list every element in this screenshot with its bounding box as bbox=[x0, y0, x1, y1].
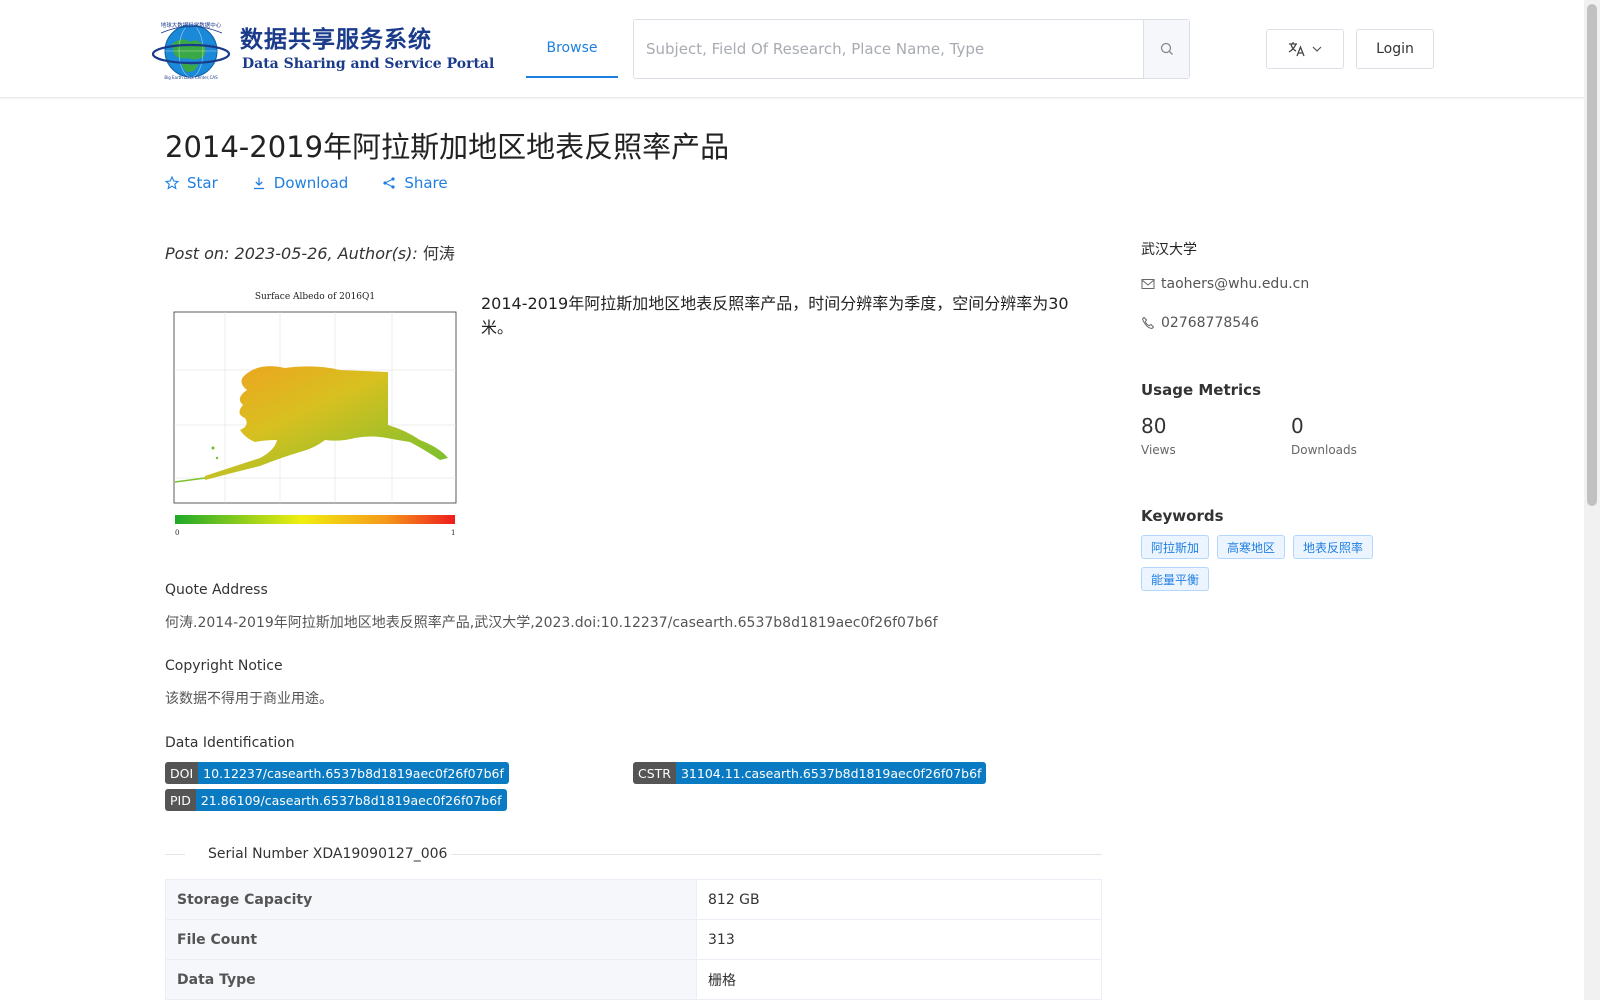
pid-badge-value: 21.86109/casearth.6537b8d1819aec0f26f07b… bbox=[195, 789, 507, 811]
table-row: Data Type 栅格 bbox=[165, 959, 1102, 1000]
quote-address-label: Quote Address bbox=[165, 582, 268, 598]
contact-phone[interactable]: 02768778546 bbox=[1141, 315, 1259, 331]
dataset-title: 2014-2019年阿拉斯加地区地表反照率产品 bbox=[165, 130, 730, 164]
organization-name: 武汉大学 bbox=[1141, 242, 1197, 258]
scrollbar-thumb[interactable] bbox=[1587, 4, 1597, 506]
star-label: Star bbox=[187, 174, 218, 192]
logo-title-en: Data Sharing and Service Portal bbox=[242, 56, 495, 72]
colorbar-max-label: 1 bbox=[451, 529, 455, 537]
serial-number: Serial Number XDA19090127_006 bbox=[204, 846, 452, 862]
search-icon bbox=[1160, 42, 1173, 55]
storage-capacity-value: 812 GB bbox=[696, 879, 1102, 920]
language-switch-button[interactable] bbox=[1266, 29, 1344, 69]
data-type-key: Data Type bbox=[165, 959, 697, 1000]
cstr-badge-value: 31104.11.casearth.6537b8d1819aec0f26f07b… bbox=[675, 762, 987, 784]
table-row: File Count 313 bbox=[165, 919, 1102, 960]
search-input[interactable] bbox=[634, 20, 1143, 78]
author-name[interactable]: 何涛 bbox=[423, 244, 455, 263]
table-row: Storage Capacity 812 GB bbox=[165, 879, 1102, 920]
download-button[interactable]: Download bbox=[252, 174, 349, 192]
phone-text: 02768778546 bbox=[1161, 315, 1259, 331]
share-icon bbox=[383, 177, 395, 189]
star-button[interactable]: Star bbox=[165, 174, 218, 192]
nav-browse-tab[interactable]: Browse bbox=[526, 20, 618, 78]
doi-badge[interactable]: DOI 10.12237/casearth.6537b8d1819aec0f26… bbox=[165, 762, 509, 784]
page-scrollbar[interactable] bbox=[1584, 0, 1600, 1000]
pid-badge-key: PID bbox=[165, 789, 196, 811]
contact-email[interactable]: taohers@whu.edu.cn bbox=[1141, 276, 1309, 292]
translate-icon bbox=[1288, 42, 1305, 57]
share-button[interactable]: Share bbox=[382, 174, 448, 192]
chevron-down-icon bbox=[1312, 46, 1322, 52]
cstr-badge-key: CSTR bbox=[633, 762, 676, 784]
keyword-tag[interactable]: 地表反照率 bbox=[1293, 535, 1374, 559]
downloads-count: 0 bbox=[1291, 414, 1304, 438]
download-icon bbox=[253, 177, 264, 190]
copyright-notice-label: Copyright Notice bbox=[165, 658, 283, 674]
dataset-description: 2014-2019年阿拉斯加地区地表反照率产品，时间分辨率为季度，空间分辨率为3… bbox=[481, 294, 1069, 337]
doi-badge-key: DOI bbox=[165, 762, 199, 784]
search-button[interactable] bbox=[1143, 20, 1189, 78]
dataset-info-table: Storage Capacity 812 GB File Count 313 D… bbox=[165, 879, 1102, 1000]
copyright-notice-text: 该数据不得用于商业用途。 bbox=[165, 691, 333, 707]
thumbnail-title: Surface Albedo of 2016Q1 bbox=[255, 292, 375, 302]
storage-capacity-key: Storage Capacity bbox=[165, 879, 697, 920]
phone-icon bbox=[1141, 316, 1155, 330]
logo-ring-text: 地球大数据科学数据中心 bbox=[161, 21, 222, 29]
post-date-label: Post on: 2023-05-26, Author(s): bbox=[165, 244, 418, 263]
star-icon bbox=[165, 176, 179, 190]
file-count-key: File Count bbox=[165, 919, 697, 960]
data-type-value: 栅格 bbox=[696, 959, 1102, 1000]
dataset-thumbnail-map[interactable]: Surface Albedo of 2016Q1 0 1 bbox=[165, 290, 465, 540]
downloads-label: Downloads bbox=[1291, 443, 1357, 457]
views-label: Views bbox=[1141, 443, 1176, 457]
search-box bbox=[633, 19, 1190, 79]
globe-logo-icon: 地球大数据科学数据中心 Big Earth Data Center,CAS bbox=[152, 21, 231, 80]
colorbar-min-label: 0 bbox=[175, 529, 179, 537]
file-count-value: 313 bbox=[696, 919, 1102, 960]
keyword-tag[interactable]: 阿拉斯加 bbox=[1141, 535, 1210, 559]
cstr-badge[interactable]: CSTR 31104.11.casearth.6537b8d1819aec0f2… bbox=[633, 762, 987, 784]
dataset-actions: Star Download Share bbox=[165, 174, 448, 192]
usage-metrics-heading: Usage Metrics bbox=[1141, 381, 1261, 399]
top-header: 地球大数据科学数据中心 Big Earth Data Center,CAS 数据… bbox=[0, 0, 1584, 98]
email-text: taohers@whu.edu.cn bbox=[1161, 276, 1310, 292]
views-count: 80 bbox=[1141, 414, 1167, 438]
keyword-tag[interactable]: 能量平衡 bbox=[1141, 567, 1210, 591]
keyword-tag[interactable]: 高寒地区 bbox=[1217, 535, 1286, 559]
post-info: Post on: 2023-05-26, Author(s): 何涛 bbox=[165, 240, 455, 264]
share-label: Share bbox=[404, 174, 448, 192]
data-identification-label: Data Identification bbox=[165, 735, 295, 751]
doi-badge-value: 10.12237/casearth.6537b8d1819aec0f26f07b… bbox=[198, 762, 509, 784]
login-button[interactable]: Login bbox=[1356, 29, 1434, 69]
quote-address-text: 何涛.2014-2019年阿拉斯加地区地表反照率产品,武汉大学,2023.doi… bbox=[165, 615, 938, 631]
mail-icon bbox=[1141, 279, 1155, 289]
site-logo[interactable]: 地球大数据科学数据中心 Big Earth Data Center,CAS 数据… bbox=[152, 18, 494, 80]
download-label: Download bbox=[273, 174, 349, 192]
logo-ring-text-en: Big Earth Data Center,CAS bbox=[164, 75, 218, 80]
logo-title-cn: 数据共享服务系统 bbox=[240, 27, 432, 53]
pid-badge[interactable]: PID 21.86109/casearth.6537b8d1819aec0f26… bbox=[165, 789, 507, 811]
keywords-heading: Keywords bbox=[1141, 507, 1224, 525]
